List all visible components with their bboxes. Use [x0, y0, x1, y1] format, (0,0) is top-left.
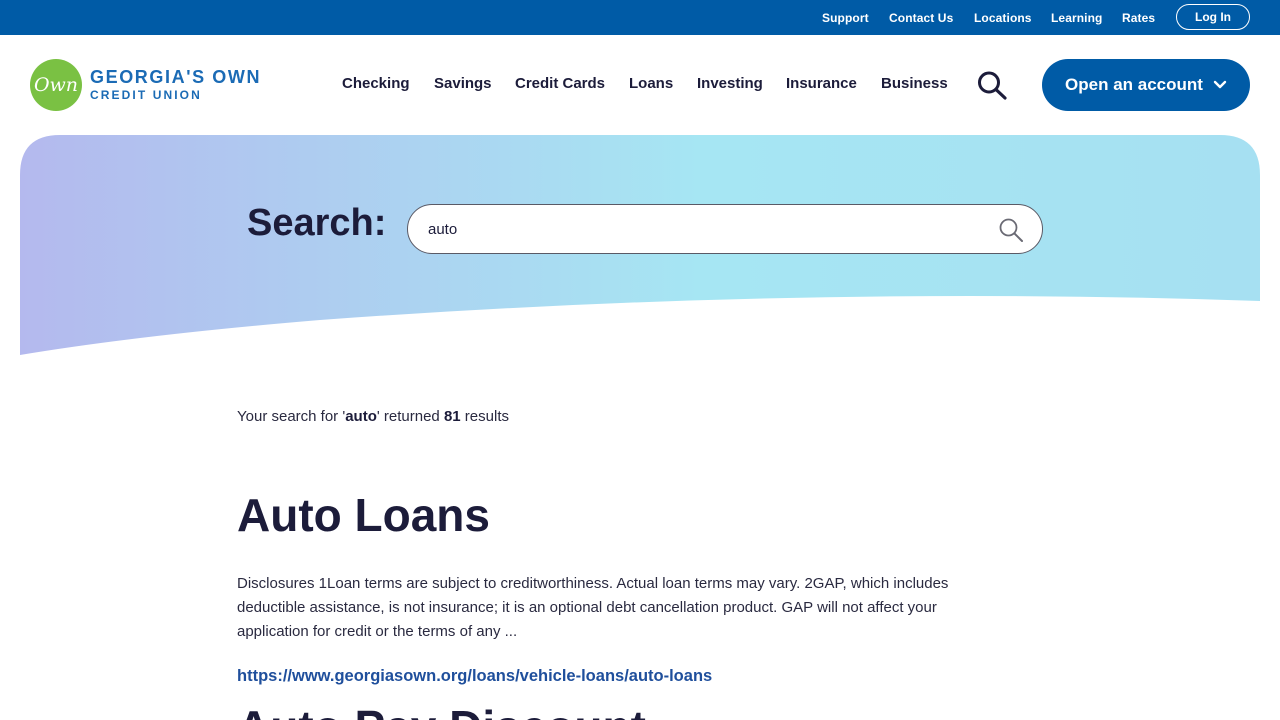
results-summary-suffix: results — [460, 408, 509, 425]
search-icon[interactable] — [976, 70, 1008, 100]
nav-item-checking[interactable]: Checking — [342, 75, 410, 92]
open-account-label: Open an account — [1065, 75, 1203, 94]
logo-mark-text: Own — [33, 74, 79, 96]
nav-item-credit-cards[interactable]: Credit Cards — [515, 75, 605, 92]
logo-name: GEORGIA'S OWN — [90, 67, 262, 87]
site-logo[interactable]: Own GEORGIA'S OWN CREDIT UNION — [30, 59, 280, 111]
results-summary-middle: ' returned — [376, 408, 444, 425]
logo-subtitle: CREDIT UNION — [90, 88, 202, 102]
search-box — [407, 204, 1043, 254]
nav-item-loans[interactable]: Loans — [629, 75, 673, 92]
nav-item-savings[interactable]: Savings — [434, 75, 492, 92]
utility-link-rates[interactable]: Rates — [1122, 11, 1155, 25]
result-title[interactable]: Auto Loans — [237, 488, 490, 542]
result-description: Disclosures 1Loan terms are subject to c… — [237, 575, 949, 640]
result-title[interactable]: Auto Pay Discount — [237, 700, 646, 720]
nav-item-insurance[interactable]: Insurance — [786, 75, 857, 92]
chevron-down-icon — [1213, 80, 1227, 89]
open-account-button[interactable]: Open an account — [1042, 59, 1250, 111]
results-summary-prefix: Your search for ' — [237, 408, 346, 425]
results-summary: Your search for 'auto' returned 81 resul… — [237, 408, 509, 425]
login-button[interactable]: Log In — [1176, 4, 1250, 30]
utility-link-learning[interactable]: Learning — [1051, 11, 1102, 25]
utility-link-support[interactable]: Support — [822, 11, 869, 25]
utility-link-contact-us[interactable]: Contact Us — [889, 11, 953, 25]
utility-bar: Support Contact Us Locations Learning Ra… — [0, 0, 1280, 35]
result-url[interactable]: https://www.georgiasown.org/loans/vehicl… — [237, 667, 712, 686]
logo-mark: Own — [30, 59, 82, 111]
nav-item-business[interactable]: Business — [881, 75, 948, 92]
search-submit-icon[interactable] — [998, 217, 1024, 243]
utility-link-locations[interactable]: Locations — [974, 11, 1032, 25]
results-count: 81 — [443, 408, 461, 425]
search-input[interactable] — [428, 205, 988, 253]
search-label: Search: — [247, 202, 387, 244]
results-summary-query: auto — [345, 408, 377, 425]
nav-item-investing[interactable]: Investing — [697, 75, 763, 92]
